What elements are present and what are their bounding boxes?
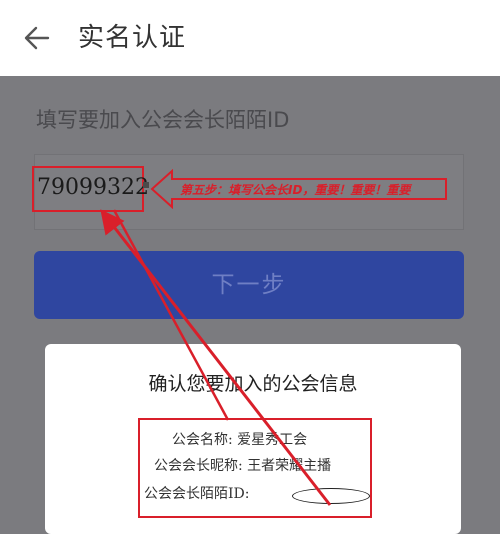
leader-id-value: 79099322	[37, 175, 149, 200]
text-cursor	[143, 182, 149, 188]
guild-name: 公会名称: 爱星秀工会	[172, 432, 308, 448]
page-title: 实名认证	[78, 23, 187, 53]
confirm-dialog: 确认您要加入的公会信息 公会名称: 爱星秀工会 公会会长昵称: 王者荣耀主播 公…	[45, 344, 461, 534]
leader-nickname: 公会会长昵称: 王者荣耀主播	[154, 458, 332, 474]
form-label: 填写要加入公会会长陌陌ID	[36, 108, 290, 132]
arrow-left-icon[interactable]	[22, 23, 52, 53]
header: 实名认证	[0, 0, 500, 76]
next-step-button[interactable]: 下一步	[34, 251, 464, 319]
id-redaction-oval	[292, 488, 370, 504]
callout-text: 第五步：填写公会长ID，重要！重要！重要	[180, 183, 411, 197]
leader-id-label: 公会会长陌陌ID:	[144, 486, 250, 502]
dialog-title: 确认您要加入的公会信息	[148, 373, 358, 395]
